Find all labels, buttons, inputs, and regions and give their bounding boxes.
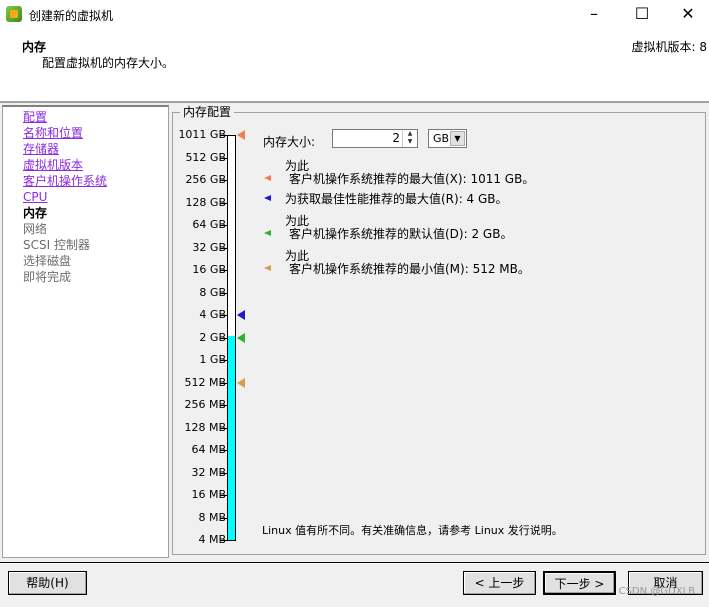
scale-tick bbox=[220, 405, 227, 406]
memory-slider-fill bbox=[228, 335, 235, 540]
page-subtitle: 配置虚拟机的内存大小。 bbox=[42, 56, 175, 70]
recommendation-text: 客户机操作系统推荐的最小值(M): 512 MB。 bbox=[289, 262, 530, 276]
legend-marker-icon bbox=[264, 230, 271, 236]
app-icon bbox=[6, 6, 22, 22]
memory-marker-icon bbox=[237, 377, 245, 388]
chevron-down-icon[interactable]: ▼ bbox=[450, 131, 465, 146]
recommendation-text: 客户机操作系统推荐的最大值(X): 1011 GB。 bbox=[289, 172, 535, 186]
sidebar-item: 即将完成 bbox=[23, 270, 72, 284]
unit-value: GB bbox=[433, 132, 450, 145]
watermark: CSDN @GDXLB bbox=[618, 586, 695, 597]
linux-note: Linux 值有所不同。有关准确信息，请参考 Linux 发行说明。 bbox=[262, 524, 563, 537]
legend-marker-icon bbox=[264, 265, 271, 271]
sidebar-item: SCSI 控制器 bbox=[23, 238, 90, 252]
close-button[interactable]: ✕ bbox=[665, 2, 709, 28]
sidebar-item: 网络 bbox=[23, 222, 48, 236]
sidebar-item[interactable]: 虚拟机版本 bbox=[23, 157, 83, 173]
sidebar-item[interactable]: 存储器 bbox=[23, 141, 59, 157]
legend-marker-icon bbox=[264, 175, 271, 181]
recommendation-text: 客户机操作系统推荐的默认值(D): 2 GB。 bbox=[289, 227, 513, 241]
sidebar-item[interactable]: 客户机操作系统 bbox=[23, 173, 107, 189]
maximize-button[interactable]: ☐ bbox=[619, 2, 665, 28]
recommendation-text: 为获取最佳性能推荐的最大值(R): 4 GB。 bbox=[285, 192, 508, 206]
scale-label: 1011 GB bbox=[178, 128, 226, 141]
scale-tick bbox=[220, 472, 227, 474]
memory-slider[interactable] bbox=[227, 135, 236, 541]
scale-tick bbox=[220, 157, 227, 159]
memory-size-label: 内存大小: bbox=[263, 135, 316, 149]
back-button[interactable]: < 上一步 bbox=[463, 571, 536, 595]
spinner-arrows-icon[interactable]: ▲ ▼ bbox=[402, 130, 417, 147]
scale-tick bbox=[220, 315, 227, 316]
scale-tick bbox=[220, 517, 227, 519]
scale-tick bbox=[220, 180, 227, 181]
minimize-button[interactable]: – bbox=[571, 2, 617, 28]
next-button[interactable]: 下一步 > bbox=[543, 571, 616, 595]
scale-tick bbox=[220, 292, 227, 294]
page-title: 内存 bbox=[22, 40, 47, 54]
sidebar-item: 内存 bbox=[23, 206, 48, 220]
scale-tick bbox=[220, 225, 227, 226]
scale-tick bbox=[220, 135, 227, 136]
vm-version: 虚拟机版本: 8 bbox=[631, 40, 708, 54]
scale-tick bbox=[220, 360, 227, 361]
scale-tick bbox=[220, 450, 227, 451]
sidebar-item[interactable]: CPU bbox=[23, 189, 47, 205]
memory-size-input[interactable]: 2 ▲ ▼ bbox=[332, 129, 418, 148]
sidebar-item: 选择磁盘 bbox=[23, 254, 72, 268]
scale-tick bbox=[220, 337, 227, 339]
group-label: 内存配置 bbox=[180, 103, 235, 120]
memory-size-value: 2 bbox=[392, 131, 400, 145]
memory-marker-icon bbox=[237, 332, 245, 343]
scale-tick bbox=[220, 202, 227, 204]
help-button[interactable]: 帮助(H) bbox=[8, 571, 87, 595]
memory-marker-icon bbox=[237, 310, 245, 320]
scale-tick bbox=[220, 540, 227, 541]
sidebar-item[interactable]: 配置 bbox=[23, 109, 47, 125]
unit-select[interactable]: GB ▼ bbox=[428, 129, 467, 148]
memory-marker-icon bbox=[237, 130, 245, 140]
scale-tick bbox=[220, 427, 227, 429]
scale-tick bbox=[220, 270, 227, 271]
window-title: 创建新的虚拟机 bbox=[29, 9, 114, 23]
wizard-steps: 配置 名称和位置 存储器 虚拟机版本 客户机操作系统 CPU 内存网络 SCSI 控制器 选择磁… bbox=[2, 105, 169, 558]
scale-tick bbox=[220, 247, 227, 249]
divider bbox=[0, 562, 709, 564]
sidebar-item[interactable]: 名称和位置 bbox=[23, 125, 83, 141]
legend-marker-icon bbox=[264, 195, 271, 201]
scale-tick bbox=[220, 495, 227, 496]
scale-tick bbox=[220, 382, 227, 384]
